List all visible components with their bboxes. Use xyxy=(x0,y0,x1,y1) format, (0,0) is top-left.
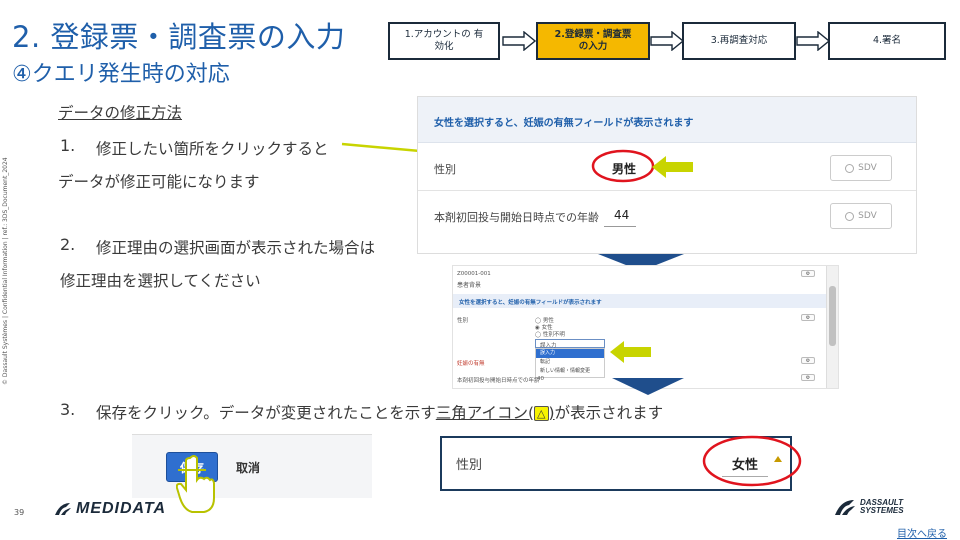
save-panel: 保存 取消 xyxy=(132,434,372,498)
step-arrow-icon xyxy=(650,31,684,51)
divider xyxy=(418,190,916,191)
pointer-arrow-icon xyxy=(652,156,693,178)
pointer-arrow-icon xyxy=(610,341,651,363)
highlight-circle xyxy=(702,435,802,487)
step1-text-line1: 修正したい箇所をクリックすると xyxy=(96,140,329,158)
sdv-button[interactable]: SDV xyxy=(830,203,892,229)
page-title: 2. 登録票・調査票の入力 xyxy=(12,20,346,54)
step3-text: 保存をクリック。データが変更されたことを示す三角アイコン(△)が表示されます xyxy=(96,401,663,423)
ds-text-line2: SYSTEMES xyxy=(860,506,904,515)
page-subtitle: ④クエリ発生時の対応 xyxy=(12,62,230,87)
triangle-icon: △ xyxy=(534,406,549,421)
highlight-circle xyxy=(591,149,655,183)
form2-age-value[interactable]: 40 xyxy=(537,376,544,382)
form2-header-title: 患者背景 xyxy=(457,282,482,289)
sdv-label: SDV xyxy=(858,211,877,221)
sdv-button[interactable]: SDV xyxy=(830,155,892,181)
step2-text-line1: 修正理由の選択画面が表示された場合は xyxy=(96,239,376,257)
step3-number: 3. xyxy=(60,400,76,419)
step1-number: 1. xyxy=(60,136,76,155)
form2-header-id: Z00001-001 xyxy=(457,271,491,277)
form2-banner: 女性を選択すると、妊娠の有無フィールドが表示されます xyxy=(453,294,827,308)
form2-pregnancy-label: 妊娠の有無 xyxy=(457,361,485,367)
form1-age-value[interactable]: 44 xyxy=(614,208,629,222)
medidata-logo: MEDIDATA xyxy=(54,500,166,518)
step-4-label: 4.署名 xyxy=(872,35,902,46)
form2-gender-label: 性別 xyxy=(457,318,469,324)
step2-number: 2. xyxy=(60,235,76,254)
ds-mark-icon xyxy=(55,503,71,515)
cancel-button[interactable]: 取消 xyxy=(236,459,260,476)
reason-option[interactable]: 新しい情報・情報変更 xyxy=(536,367,604,376)
form-screenshot-2: Z00001-001 患者背景 ⚙ 女性を選択すると、妊娠の有無フィールドが表示… xyxy=(452,265,839,389)
step2-text-line2: 修正理由を選択してください xyxy=(60,272,261,290)
step3-link: 三角アイコン( xyxy=(435,404,535,422)
dassault-logo: DASSAULT SYSTEMES xyxy=(834,497,904,517)
form2-age-label: 本剤初回投与開始日時点での年齢 xyxy=(457,378,540,384)
reason-option[interactable]: 転記 xyxy=(536,358,604,367)
gear-icon[interactable]: ⚙ xyxy=(801,270,815,277)
method-title: データの修正方法 xyxy=(58,104,183,122)
step-2-box: 2.登録票・調査票 の入力 xyxy=(536,22,650,60)
step-arrow-icon xyxy=(502,31,536,51)
page-number: 39 xyxy=(14,508,25,517)
step-arrow-icon xyxy=(796,31,830,51)
ds-mark-icon xyxy=(835,500,855,515)
sdv-circle-icon xyxy=(845,163,855,173)
step1-text-line2: データが修正可能になります xyxy=(58,173,260,191)
step3-text-a: 保存をクリック。データが変更されたことを示す xyxy=(96,404,436,422)
back-to-toc-link[interactable]: 目次へ戻る xyxy=(897,525,947,540)
step-3-label: 3.再調査対応 xyxy=(710,35,768,46)
step-2-label: 2.登録票・調査票 の入力 xyxy=(554,29,632,52)
sdv-label: SDV xyxy=(858,163,877,173)
medidata-text: MEDIDATA xyxy=(76,500,167,517)
step-4-box: 4.署名 xyxy=(828,22,946,60)
gear-icon[interactable]: ⚙ xyxy=(801,314,815,321)
reason-options[interactable]: 誤入力 転記 新しい情報・情報変更 xyxy=(535,348,605,378)
step3-text-b: が表示されます xyxy=(554,404,664,422)
step-1-label: 1.アカウントの 有効化 xyxy=(404,29,484,52)
scrollbar[interactable] xyxy=(826,266,838,388)
confidential-notice: © Dassault Systèmes | Confidential Infor… xyxy=(2,157,9,385)
form1-banner: 女性を選択すると、妊娠の有無フィールドが表示されます xyxy=(418,97,916,143)
form1-age-label: 本剤初回投与開始日時点での年齢 xyxy=(434,211,599,224)
step-1-box: 1.アカウントの 有効化 xyxy=(388,22,500,60)
form2-banner-text: 女性を選択すると、妊娠の有無フィールドが表示されます xyxy=(459,300,602,306)
gear-icon[interactable]: ⚙ xyxy=(801,357,815,364)
scrollbar-thumb[interactable] xyxy=(829,286,836,346)
result-gender-label: 性別 xyxy=(456,458,483,473)
reason-option[interactable]: 誤入力 xyxy=(536,349,604,358)
hand-cursor-icon xyxy=(176,455,215,513)
sdv-circle-icon xyxy=(845,211,855,221)
step-3-box: 3.再調査対応 xyxy=(682,22,796,60)
down-arrow-icon xyxy=(612,378,684,395)
form1-gender-label: 性別 xyxy=(434,163,456,176)
gear-icon[interactable]: ⚙ xyxy=(801,374,815,381)
form2-radio-3[interactable]: ◯ 性別不明 xyxy=(535,330,565,338)
age-underline xyxy=(604,226,636,227)
reason-dropdown[interactable]: 誤入力 xyxy=(535,339,605,349)
